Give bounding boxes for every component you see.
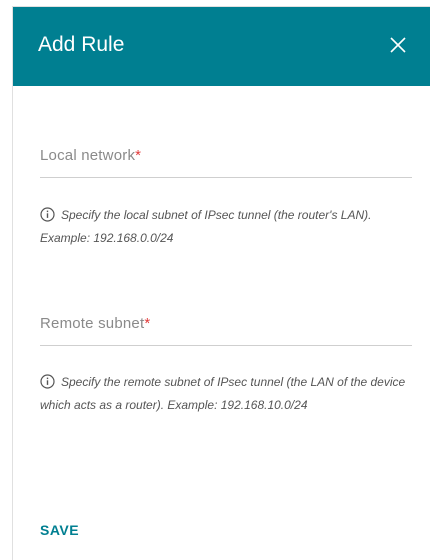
remote-subnet-hint-text: Specify the remote subnet of IPsec tunne…	[40, 375, 406, 412]
local-network-underline	[40, 177, 412, 178]
dialog-title: Add Rule	[38, 33, 125, 56]
remote-subnet-underline	[40, 345, 412, 346]
close-icon[interactable]	[385, 32, 411, 58]
dialog-header: Add Rule	[13, 7, 430, 86]
info-icon	[40, 374, 55, 389]
local-network-field[interactable]: Local network*	[40, 147, 412, 183]
remote-subnet-field[interactable]: Remote subnet*	[40, 315, 412, 351]
local-network-hint: Specify the local subnet of IPsec tunnel…	[40, 204, 415, 250]
save-button[interactable]: SAVE	[40, 522, 79, 538]
info-icon	[40, 207, 55, 222]
remote-subnet-hint: Specify the remote subnet of IPsec tunne…	[40, 371, 415, 417]
local-network-hint-text: Specify the local subnet of IPsec tunnel…	[40, 208, 372, 245]
add-rule-dialog: Add Rule Local network* Specify the loca…	[12, 6, 430, 560]
